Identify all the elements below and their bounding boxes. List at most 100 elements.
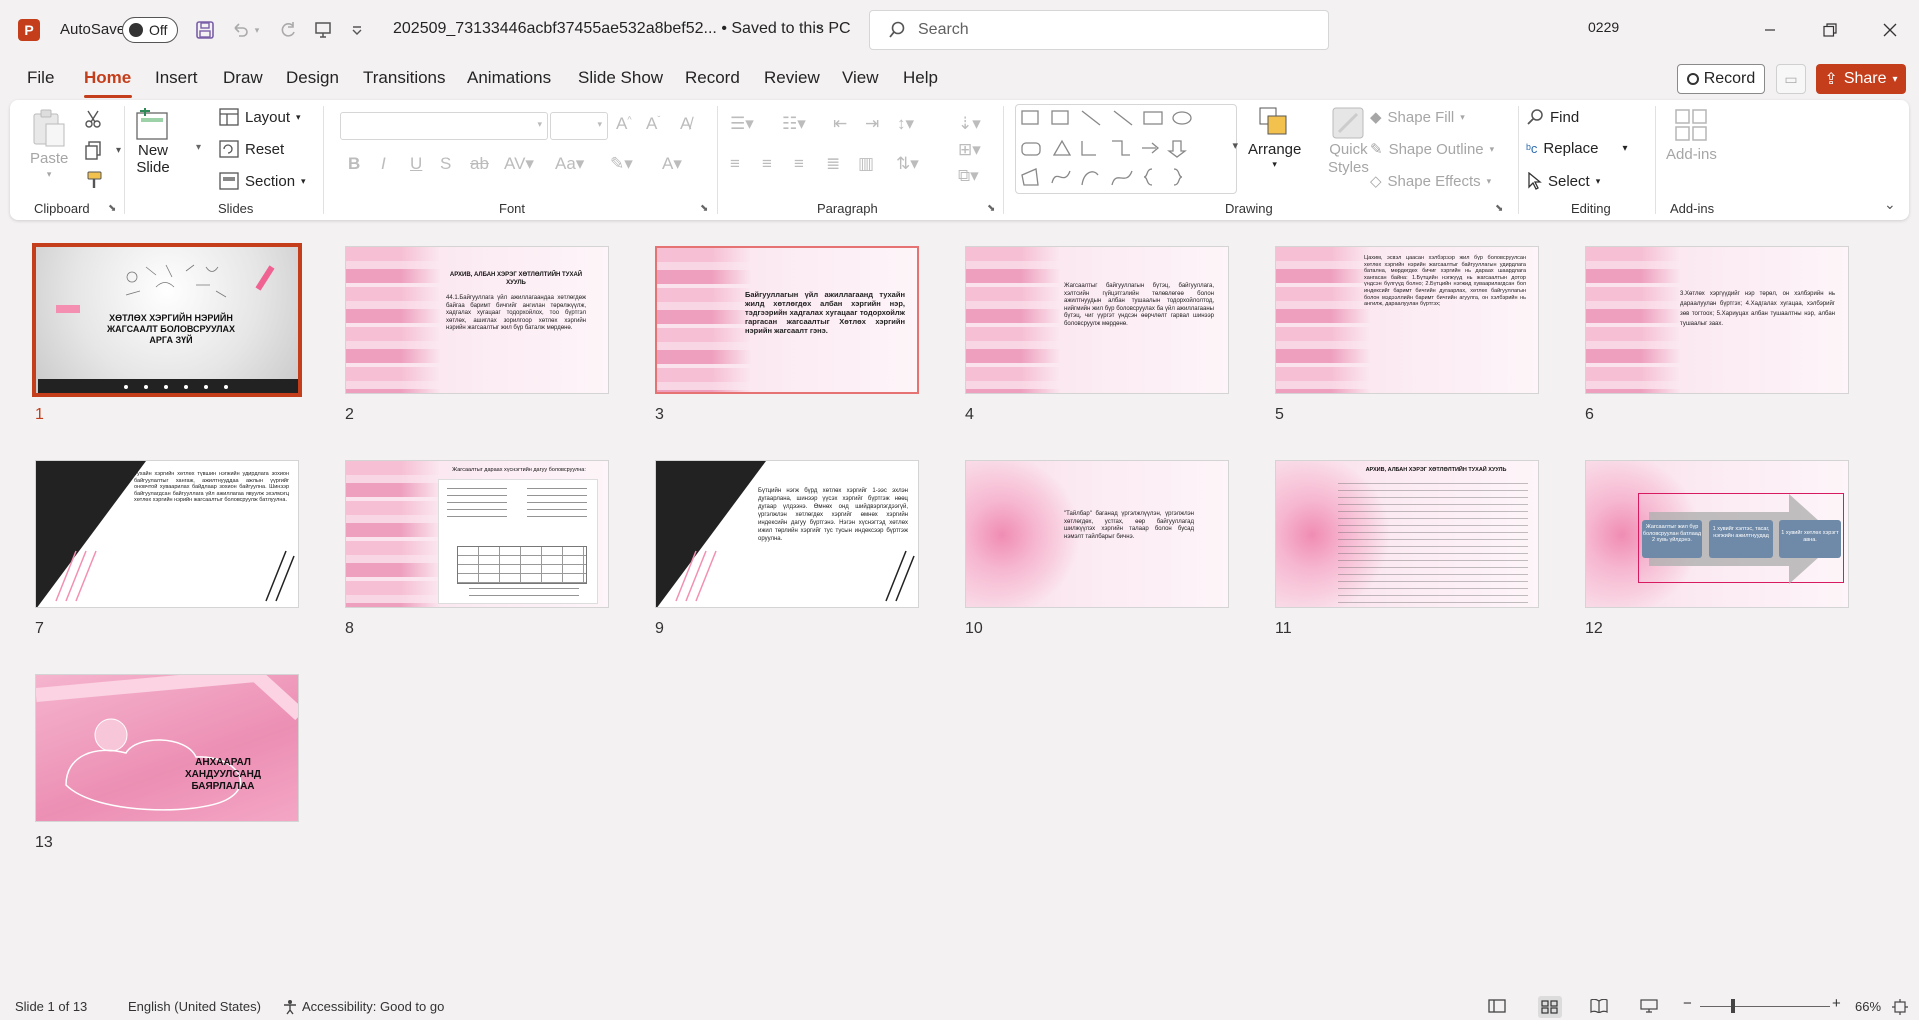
paste-button[interactable]: Paste ▾	[30, 108, 68, 180]
slide-thumbnail-10[interactable]: "Тайлбар" баганад үргэлжлүүлэн, үргэлжлэ…	[965, 460, 1229, 608]
clear-formatting-icon[interactable]: A̸	[680, 114, 691, 134]
new-slide-chevron-icon[interactable]: ▾	[196, 142, 201, 153]
comments-icon[interactable]: ▭	[1776, 64, 1806, 94]
font-size-select[interactable]: ▾	[550, 112, 608, 140]
drawing-launcher-icon[interactable]: ⬊	[1495, 203, 1503, 214]
font-launcher-icon[interactable]: ⬊	[700, 203, 708, 214]
layout-button[interactable]: Layout ▾	[219, 108, 301, 126]
accessibility-icon[interactable]	[282, 999, 298, 1015]
underline-icon[interactable]: U	[410, 154, 422, 174]
italic-icon[interactable]: I	[381, 154, 386, 174]
slide-thumbnail-4[interactable]: Жагсаалтыг байгууллагын бүтэц, байгуулла…	[965, 246, 1229, 394]
slide-thumbnail-5[interactable]: Цахим, эсвэл цаасан хэлбэрээр жил бүр бо…	[1275, 246, 1539, 394]
shape-outline-button[interactable]: ✎ Shape Outline ▾	[1370, 140, 1494, 159]
strikethrough-icon[interactable]: ab	[470, 154, 489, 174]
align-left-icon[interactable]: ≡	[730, 154, 740, 174]
smartart-icon[interactable]: ⧉▾	[958, 166, 979, 186]
slide-thumbnail-3[interactable]: Байгууллагын үйл ажиллагаанд тухайн жилд…	[655, 246, 919, 394]
columns-icon[interactable]: ▥	[858, 154, 874, 174]
tab-view[interactable]: View	[842, 68, 879, 88]
slide-thumbnail-6[interactable]: 3.Хөтлөх хэргүүдийг нэр төрөл, он хэлбэр…	[1585, 246, 1849, 394]
tab-review[interactable]: Review	[764, 68, 820, 88]
line-spacing-icon[interactable]: ↕▾	[897, 114, 914, 134]
select-button[interactable]: Select ▾	[1526, 172, 1600, 190]
tab-slide-show[interactable]: Slide Show	[578, 68, 663, 88]
share-button[interactable]: ⇪ Share ▾	[1816, 64, 1906, 94]
font-family-select[interactable]: ▾	[340, 112, 548, 140]
search-box[interactable]: Search	[869, 10, 1329, 50]
tab-file[interactable]: File	[27, 68, 54, 88]
align-right-icon[interactable]: ≡	[794, 154, 804, 174]
autosave-toggle[interactable]: Off	[122, 17, 178, 43]
text-shadow-icon[interactable]: S	[440, 154, 451, 174]
document-title[interactable]: 202509_73133446acbf37455ae532a8bef52... …	[393, 20, 851, 38]
copy-icon[interactable]: ▾	[84, 140, 121, 160]
replace-button[interactable]: ᵇc Replace ▾	[1526, 140, 1628, 157]
slideshow-view-icon[interactable]	[1640, 999, 1658, 1013]
language-indicator[interactable]: English (United States)	[128, 999, 261, 1014]
shape-effects-button[interactable]: ◇ Shape Effects ▾	[1370, 172, 1491, 191]
zoom-level[interactable]: 66%	[1855, 999, 1881, 1014]
highlight-color-icon[interactable]: ✎▾	[610, 154, 633, 174]
format-painter-icon[interactable]	[84, 170, 104, 190]
increase-indent-icon[interactable]: ⇥	[865, 114, 879, 134]
shape-fill-button[interactable]: ◆ Shape Fill ▾	[1370, 108, 1465, 127]
numbering-icon[interactable]: ☷▾	[782, 114, 806, 134]
title-chevron-down-icon[interactable]: ⌄	[815, 18, 825, 32]
align-text-icon[interactable]: ⊞▾	[958, 140, 981, 160]
justify-icon[interactable]: ≣	[826, 154, 840, 174]
tab-record[interactable]: Record	[685, 68, 740, 88]
shapes-more-icon[interactable]: ▾	[1232, 139, 1238, 152]
slide-thumbnail-8[interactable]: Жагсаалтыг дараах хүснэгтийн дагуу болов…	[345, 460, 609, 608]
collapse-ribbon-icon[interactable]: ⌄	[1884, 196, 1896, 213]
cut-icon[interactable]	[84, 110, 102, 128]
slide-thumbnail-1[interactable]: ХӨТЛӨХ ХЭРГИЙН НЭРИЙН ЖАГСААЛТ БОЛОВСРУУ…	[32, 243, 302, 397]
new-slide-button[interactable]: New Slide	[135, 108, 171, 176]
arrange-button[interactable]: Arrange ▾	[1248, 106, 1301, 170]
slide-thumbnail-11[interactable]: АРХИВ, АЛБАН ХЭРЭГ ХӨТЛӨЛТИЙН ТУХАЙ ХУУЛ…	[1275, 460, 1539, 608]
find-button[interactable]: Find	[1526, 108, 1579, 126]
align-center-icon[interactable]: ≡	[762, 154, 772, 174]
redo-icon[interactable]	[274, 16, 302, 44]
normal-view-icon[interactable]	[1488, 999, 1506, 1013]
tab-draw[interactable]: Draw	[223, 68, 263, 88]
tab-insert[interactable]: Insert	[155, 68, 198, 88]
slide-thumbnail-13[interactable]: АНХААРАЛ ХАНДУУЛСАНД БАЯРЛАЛАА	[35, 674, 299, 822]
zoom-in-icon[interactable]: +	[1832, 995, 1841, 1012]
character-spacing-icon[interactable]: AV▾	[504, 154, 534, 174]
decrease-font-size-icon[interactable]: Aˇ	[646, 114, 660, 134]
reading-view-icon[interactable]	[1590, 999, 1608, 1013]
undo-dropdown-icon[interactable]: ▾	[250, 16, 264, 44]
font-color-icon[interactable]: A▾	[662, 154, 682, 174]
decrease-indent-icon[interactable]: ⇤	[833, 114, 847, 134]
minimize-icon[interactable]	[1750, 14, 1790, 46]
zoom-slider-thumb[interactable]	[1731, 999, 1735, 1013]
present-from-beginning-icon[interactable]	[309, 16, 337, 44]
close-icon[interactable]	[1870, 14, 1910, 46]
reset-button[interactable]: Reset	[219, 140, 284, 158]
save-icon[interactable]	[191, 16, 219, 44]
section-button[interactable]: Section ▾	[219, 172, 306, 190]
add-ins-button[interactable]: Add-ins	[1666, 108, 1717, 163]
zoom-slider[interactable]	[1700, 1006, 1830, 1007]
tab-animations[interactable]: Animations	[467, 68, 551, 88]
slide-thumbnail-9[interactable]: Бүтцийн нэгж бүрд хөтлөх хэргийг 1-ээс э…	[655, 460, 919, 608]
clipboard-launcher-icon[interactable]: ⬊	[108, 203, 116, 214]
tab-transitions[interactable]: Transitions	[363, 68, 446, 88]
fit-to-window-icon[interactable]	[1892, 999, 1908, 1015]
slide-thumbnail-2[interactable]: АРХИВ, АЛБАН ХЭРЭГ ХӨТЛӨЛТИЙН ТУХАЙ ХУУЛ…	[345, 246, 609, 394]
accessibility-status[interactable]: Accessibility: Good to go	[302, 999, 444, 1014]
paragraph-launcher-icon[interactable]: ⬊	[987, 203, 995, 214]
text-direction-icon[interactable]: ⇅▾	[896, 154, 919, 174]
quick-styles-button[interactable]: Quick Styles	[1328, 106, 1369, 176]
restore-icon[interactable]	[1810, 14, 1850, 46]
sort-icon[interactable]: ⇣▾	[958, 114, 981, 134]
slide-thumbnail-12[interactable]: Жагсаалтыг жил бүр боловсруулан батлаад …	[1585, 460, 1849, 608]
increase-font-size-icon[interactable]: A^	[616, 114, 632, 134]
zoom-out-icon[interactable]: −	[1683, 995, 1692, 1012]
user-account[interactable]: 0229	[1588, 19, 1619, 35]
bold-icon[interactable]: B	[348, 154, 360, 174]
bullets-icon[interactable]: ☰▾	[730, 114, 754, 134]
tab-home[interactable]: Home	[84, 68, 131, 88]
slide-sorter-view-icon[interactable]	[1538, 996, 1562, 1018]
